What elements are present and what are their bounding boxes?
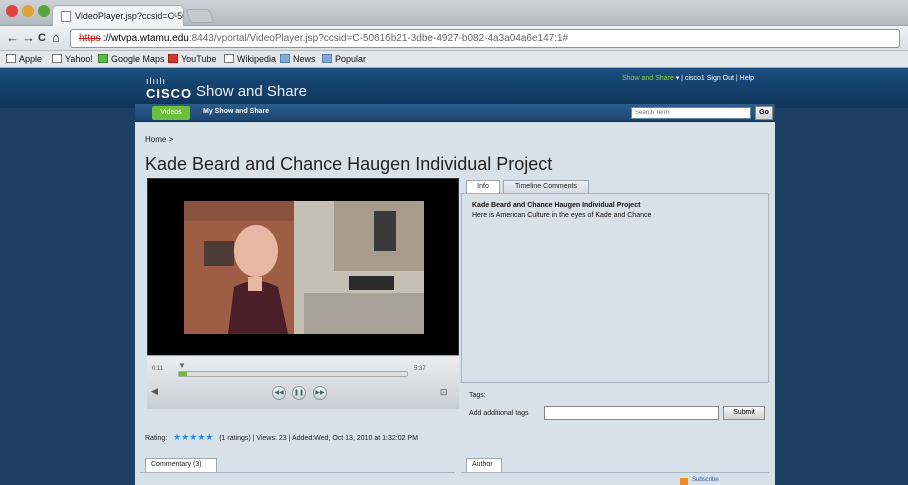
page-icon <box>52 54 62 63</box>
close-window-button[interactable] <box>6 5 18 17</box>
user-links[interactable]: ▾ | cisco1 Sign Out | Help <box>676 75 754 82</box>
minimize-window-button[interactable] <box>22 5 34 17</box>
app-title: Show and Share <box>196 83 307 100</box>
commentary-panel <box>140 472 455 485</box>
address-bar[interactable]: https://wtvpa.wtamu.edu:8443/vportal/Vid… <box>70 29 900 48</box>
zoom-window-button[interactable] <box>38 5 50 17</box>
add-tags-label: Add additional tags <box>469 410 529 417</box>
video-frame[interactable] <box>184 201 424 334</box>
rewind-button[interactable]: ◀◀ <box>272 386 286 400</box>
home-button[interactable]: ⌂ <box>52 30 60 45</box>
bookmark-news[interactable]: News <box>280 54 316 64</box>
tab-timeline-comments[interactable]: Timeline Comments <box>503 180 589 193</box>
folder-icon <box>322 54 332 63</box>
fullscreen-icon[interactable]: ⊡ <box>440 387 448 398</box>
bookmarks-bar: Apple Yahoo! Google Maps YouTube Wikiped… <box>0 51 908 68</box>
page-icon <box>224 54 234 63</box>
video-still-image <box>184 201 424 334</box>
go-button[interactable]: Go <box>755 106 773 120</box>
tab-author[interactable]: Author <box>466 458 502 472</box>
bookmark-popular[interactable]: Popular <box>322 54 366 64</box>
elapsed-time: 0:11 <box>152 366 164 372</box>
cisco-logo: CISCO <box>146 86 193 101</box>
search-input[interactable] <box>631 107 751 119</box>
browser-toolbar: ← → C ⌂ https://wtvpa.wtamu.edu:8443/vpo… <box>0 26 908 51</box>
new-tab-button[interactable] <box>185 9 215 23</box>
bookmark-apple[interactable]: Apple <box>6 54 42 64</box>
video-title-info: Kade Beard and Chance Haugen Individual … <box>472 202 641 209</box>
duration-time: 5:37 <box>414 366 426 372</box>
tab-title: VideoPlayer.jsp?ccsid=C-50 <box>75 11 184 21</box>
page-title: Kade Beard and Chance Haugen Individual … <box>145 154 553 174</box>
user-menu: Show and Share ▾ | cisco1 Sign Out | Hel… <box>622 74 754 82</box>
rating-details: (1 ratings) | Views: 23 | Added:Wed, Oct… <box>219 435 418 442</box>
back-button[interactable]: ← <box>6 30 19 45</box>
tags-label: Tags: <box>469 392 486 399</box>
bookmark-youtube[interactable]: YouTube <box>168 54 216 64</box>
browser-tab-strip: VideoPlayer.jsp?ccsid=C-50 × <box>0 0 908 26</box>
bookmark-google-maps[interactable]: Google Maps <box>98 54 165 64</box>
video-description: Here is American Culture in the eyes of … <box>472 212 652 219</box>
info-panel <box>461 193 769 383</box>
page-icon <box>61 11 71 22</box>
insecure-https-label: https <box>79 33 101 44</box>
fast-forward-button[interactable]: ▶▶ <box>313 386 327 400</box>
reload-button[interactable]: C <box>38 32 46 44</box>
nav-videos-tab[interactable]: Videos <box>152 106 190 120</box>
add-tags-input[interactable] <box>544 406 719 420</box>
bookmark-yahoo[interactable]: Yahoo! <box>52 54 93 64</box>
seek-marker-icon[interactable]: ▼ <box>178 361 186 370</box>
volume-icon[interactable]: ◀ <box>151 386 158 397</box>
player-controls <box>147 355 459 409</box>
folder-icon <box>280 54 290 63</box>
browser-tab[interactable]: VideoPlayer.jsp?ccsid=C-50 × <box>52 5 184 26</box>
seek-progress <box>179 372 187 376</box>
close-tab-icon[interactable]: × <box>172 10 177 20</box>
youtube-icon <box>168 54 178 63</box>
map-icon <box>98 54 108 63</box>
rating-label: Rating: <box>145 435 168 442</box>
forward-button[interactable]: → <box>22 30 35 45</box>
page-icon <box>6 54 16 63</box>
tab-info[interactable]: Info <box>466 180 500 193</box>
url-path: :8443/vportal/VideoPlayer.jsp?ccsid=C-50… <box>188 33 569 44</box>
subscribe-link[interactable]: Subscribe <box>692 477 719 483</box>
seek-bar[interactable] <box>178 371 408 377</box>
rating-stars-icon[interactable]: ★★★★★ <box>173 432 213 442</box>
url-host: ://wtvpa.wtamu.edu <box>102 33 189 44</box>
nav-my-show-and-share[interactable]: My Show and Share <box>203 108 269 115</box>
site-banner <box>0 68 908 108</box>
breadcrumb[interactable]: Home > <box>145 135 173 144</box>
author-panel <box>461 472 769 485</box>
show-and-share-menu[interactable]: Show and Share <box>622 75 674 82</box>
rating-line: Rating: ★★★★★ (1 ratings) | Views: 23 | … <box>145 432 418 443</box>
pause-button[interactable]: ❚❚ <box>292 386 306 400</box>
cisco-logo-bars: ılıılı <box>146 76 167 86</box>
bookmark-wikipedia[interactable]: Wikipedia <box>224 54 276 64</box>
tab-commentary[interactable]: Commentary (3) <box>145 458 217 472</box>
submit-tags-button[interactable]: Submit <box>723 406 765 420</box>
rss-icon[interactable] <box>680 478 688 485</box>
